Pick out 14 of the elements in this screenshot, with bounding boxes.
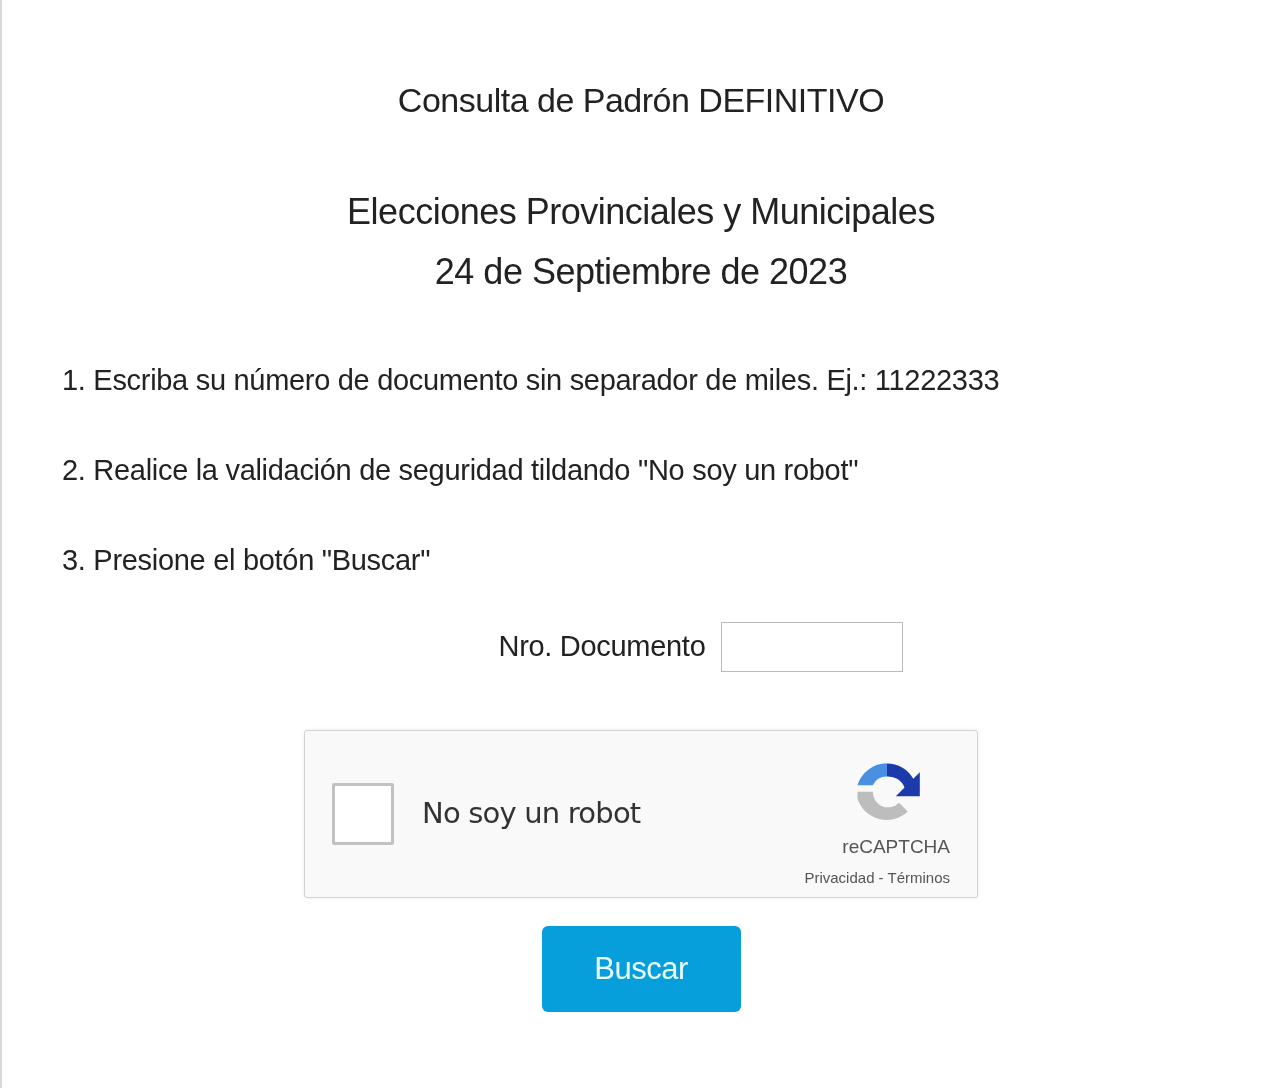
recaptcha-brand: reCAPTCHA bbox=[842, 834, 950, 859]
instruction-text: 1. Escriba su número de documento sin separador de miles. Ej.: 11222333 bbox=[62, 363, 1000, 398]
instruction-text: 2. Realice la validación de seguridad tildando "No soy un robot" bbox=[62, 453, 859, 488]
instruction-text: 3. Presione el botón "Buscar" bbox=[62, 543, 431, 578]
captcha-label: No soy un robot bbox=[422, 795, 641, 833]
link-separator: - bbox=[878, 868, 884, 888]
field-label: Nro. Documento bbox=[498, 629, 706, 665]
captcha-checkbox[interactable] bbox=[332, 783, 394, 845]
terms-link[interactable]: Términos bbox=[887, 867, 950, 890]
page-title: Consulta de Padrón DEFINITIVO bbox=[397, 80, 885, 121]
document-input[interactable] bbox=[721, 622, 904, 672]
privacy-link[interactable]: Privacidad bbox=[804, 867, 875, 890]
page-subtitle: Elecciones Provinciales y Municipales bbox=[347, 190, 935, 234]
page-subtitle: 24 de Septiembre de 2023 bbox=[434, 250, 848, 294]
